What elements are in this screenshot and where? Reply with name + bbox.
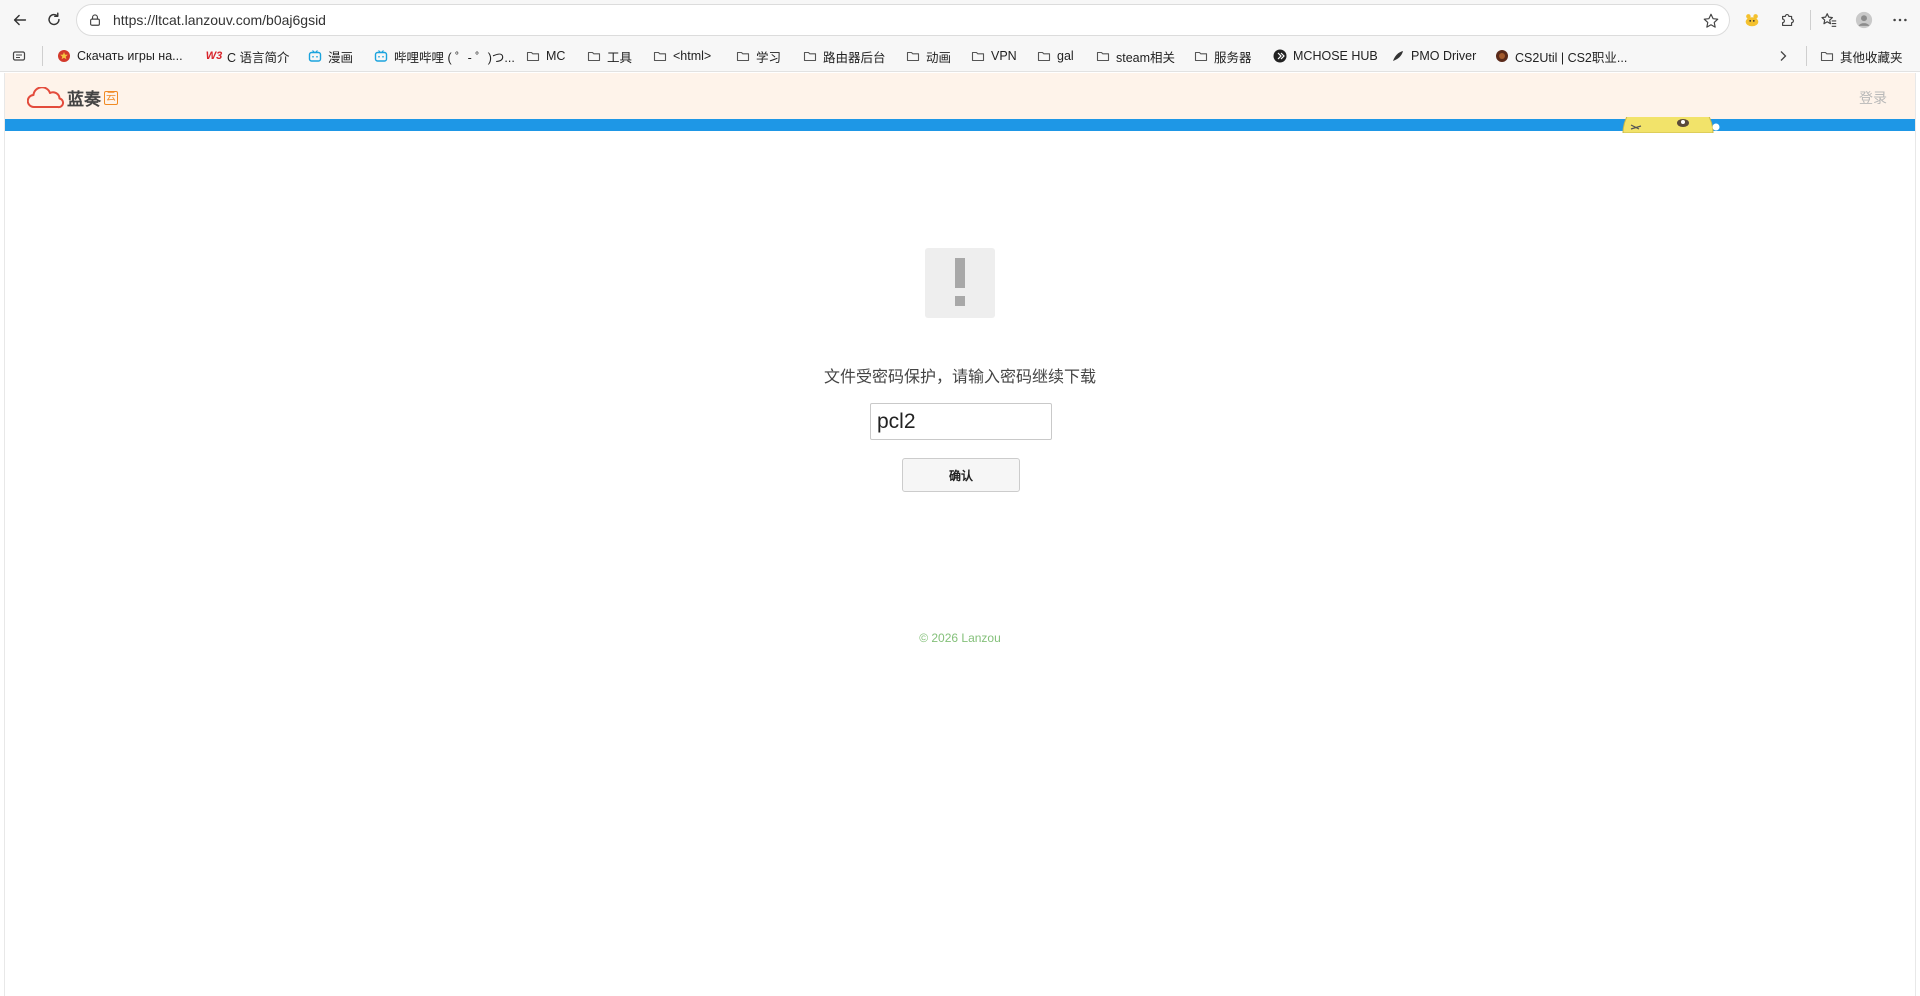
bookmark-label: gal [1057,49,1074,63]
bookmarks-overflow-button[interactable] [1776,46,1790,66]
reload-icon [48,12,60,26]
footer-copyright: © 2026 Lanzou [919,631,1001,645]
bilibili-icon [308,49,322,63]
bookmark-item[interactable]: 漫画 [308,46,353,66]
reload-button[interactable] [40,6,68,34]
bookmark-folder[interactable]: gal [1037,46,1074,66]
bookmark-item[interactable]: 哔哩哔哩 ( ゜- ゜)つ... [374,46,515,66]
bookmark-label: Скачать игры на... [77,49,183,63]
lock-icon[interactable] [87,12,103,28]
game-site-icon [57,49,71,63]
bookmark-folder[interactable]: 工具 [587,46,632,66]
bookmark-folder[interactable]: 路由器后台 [803,46,886,66]
bookmark-label: VPN [991,49,1017,63]
w3-icon: W3 [205,50,223,62]
confirm-button[interactable]: 确认 [902,458,1020,492]
bookmark-label: MCHOSE HUB [1293,49,1378,63]
folder-icon [1096,49,1110,63]
folder-icon [906,49,920,63]
bookmark-folder[interactable]: MC [526,46,565,66]
bookmark-label: 路由器后台 [823,50,886,65]
folder-icon [526,49,540,63]
tab-actions-icon [12,49,26,63]
folder-icon [1037,49,1051,63]
toolbar-separator [1810,10,1811,30]
puzzle-icon[interactable] [1776,8,1800,32]
warning-icon [925,248,995,318]
folder-icon [653,49,667,63]
bookmarks-bar: Скачать игры на... W3 C 语言简介 漫画 哔哩哔哩 ( ゜… [0,40,1920,72]
folder-icon [736,49,750,63]
bookmark-label: C 语言简介 [227,50,290,65]
bookmark-label: 服务器 [1214,50,1252,65]
url-text[interactable]: https://ltcat.lanzouv.com/b0aj6gsid [113,12,326,28]
browser-toolbar: https://ltcat.lanzouv.com/b0aj6gsid [0,0,1920,40]
bookmark-item[interactable]: Скачать игры на... [57,46,183,66]
bookmark-folder[interactable]: 动画 [906,46,951,66]
bookmark-folder[interactable]: 学习 [736,46,781,66]
cloud-logo-icon [27,86,64,108]
bookmark-separator [42,46,43,66]
folder-icon [1820,49,1834,63]
bookmark-folder[interactable]: steam相关 [1096,46,1175,66]
tab-actions-button[interactable] [12,46,26,66]
folder-icon [803,49,817,63]
other-favorites-folder[interactable]: 其他收藏夹 [1820,46,1903,66]
bookmark-folder[interactable]: VPN [971,46,1017,66]
bookmark-label: <html> [673,49,712,63]
page-viewport: 蓝奏 云 登录 文件受密码保护，请输入密码继续下载 确认 © 2026 Lanz… [4,73,1916,996]
bookmark-label: CS2Util | CS2职业... [1515,50,1628,65]
bookmark-label: 学习 [756,50,782,65]
bookmark-label: steam相关 [1116,50,1176,65]
bookmark-label: 其他收藏夹 [1840,50,1903,65]
address-bar[interactable]: https://ltcat.lanzouv.com/b0aj6gsid [76,4,1730,36]
login-link[interactable]: 登录 [1859,88,1887,108]
cs2-icon [1495,49,1509,63]
favorites-icon[interactable] [1817,8,1841,32]
bookmark-label: PMO Driver [1411,49,1477,63]
back-arrow-icon [13,14,27,26]
more-icon[interactable] [1888,8,1912,32]
logo-text: 蓝奏 [67,90,101,110]
bookmark-folder[interactable]: <html> [653,46,711,66]
chevron-right-icon [1776,49,1790,63]
pmo-icon [1391,49,1405,63]
password-prompt: 文件受密码保护，请输入密码继续下载 [823,367,1096,386]
bookmark-label: 工具 [607,50,633,65]
site-header: 蓝奏 云 登录 [5,73,1915,119]
bookmark-separator [1806,46,1807,66]
bookmark-item[interactable]: MCHOSE HUB [1273,46,1378,66]
folder-icon [1194,49,1208,63]
bookmark-folder[interactable]: 服务器 [1194,46,1252,66]
pet-extension-icon[interactable] [1740,8,1764,32]
bookmark-label: 哔哩哔哩 ( ゜- ゜)つ... [394,50,515,65]
logo-badge: 云 [104,90,118,105]
bookmark-item[interactable]: W3 C 语言简介 [205,46,290,66]
avatar-icon[interactable] [1852,8,1876,32]
mascot-icon [1622,117,1720,133]
password-input[interactable] [870,403,1052,440]
folder-icon [587,49,601,63]
bilibili-icon [374,49,388,63]
bookmark-label: 漫画 [328,50,354,65]
folder-icon [971,49,985,63]
bookmark-item[interactable]: CS2Util | CS2职业... [1495,46,1627,66]
site-logo[interactable]: 蓝奏 云 [27,85,118,110]
star-icon[interactable] [1701,11,1721,31]
mchose-icon [1273,49,1287,63]
back-button[interactable] [6,6,34,34]
bookmark-label: MC [546,49,566,63]
bookmark-item[interactable]: PMO Driver [1391,46,1476,66]
bookmark-label: 动画 [926,50,952,65]
